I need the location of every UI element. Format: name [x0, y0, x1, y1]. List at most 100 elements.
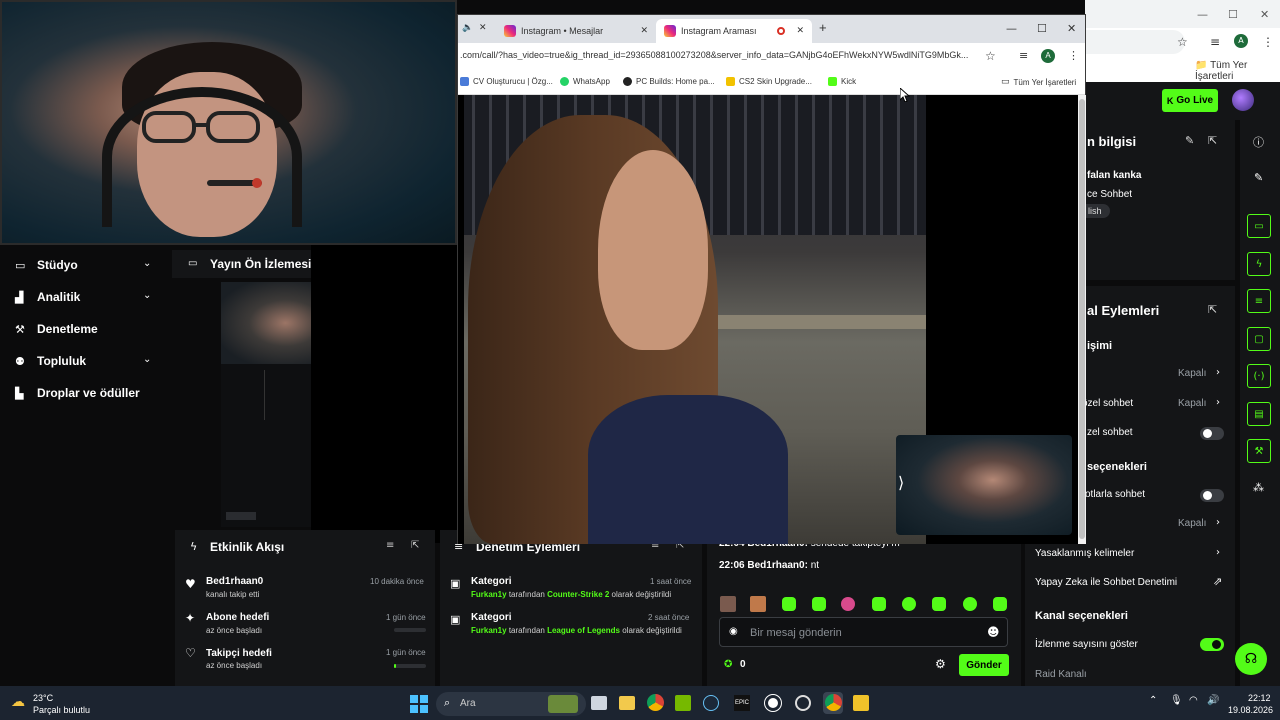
chevron-down-icon[interactable]: ⌄	[143, 354, 151, 365]
wrench-icon[interactable]: ⚒	[1247, 439, 1271, 463]
clock-time[interactable]: 22:12	[1248, 693, 1271, 703]
chrome-active-icon[interactable]	[825, 694, 842, 711]
emote-image[interactable]	[750, 596, 766, 612]
ai-moderation-item[interactable]: Yapay Zeka ile Sohbet Denetimi	[1035, 577, 1177, 588]
bookmark-item[interactable]: WhatsApp	[560, 77, 610, 86]
address-bar[interactable]	[1085, 30, 1185, 54]
media-icon[interactable]: ≡	[1019, 49, 1028, 62]
pencil-icon[interactable]: ✎	[1254, 171, 1263, 184]
show-views-toggle[interactable]	[1200, 638, 1224, 651]
file-explorer-icon[interactable]	[619, 696, 635, 710]
chevron-down-icon[interactable]: ⌄	[143, 290, 151, 301]
apps-icon[interactable]: ⁂	[1253, 481, 1264, 494]
profile-avatar[interactable]: A	[1234, 34, 1248, 48]
star-icon[interactable]: ☆	[985, 49, 996, 63]
weather-icon[interactable]: ☁	[11, 694, 25, 710]
external-link-icon[interactable]: ⇗	[1213, 575, 1222, 588]
list-icon[interactable]: ≡	[1247, 289, 1271, 313]
media-icon[interactable]: ▤	[1247, 402, 1271, 426]
popout-icon[interactable]: ⇱	[411, 540, 419, 551]
emote-kick-1[interactable]	[782, 597, 796, 611]
weather-temp[interactable]: 23°C	[33, 693, 53, 703]
media-icon[interactable]: ≡	[1210, 35, 1220, 49]
epic-games-icon[interactable]: EPIC	[734, 695, 750, 711]
filter-icon[interactable]: ≡	[386, 540, 394, 551]
menu-icon[interactable]: ⋮	[1262, 35, 1274, 49]
close-icon[interactable]: ✕	[1260, 8, 1269, 21]
weather-desc[interactable]: Parçalı bulutlu	[33, 705, 90, 715]
app-icon[interactable]	[795, 695, 811, 711]
emote-kick-3[interactable]	[841, 597, 855, 611]
close-window-icon[interactable]: ✕	[1067, 22, 1076, 35]
minimize-icon[interactable]: —	[1197, 8, 1208, 21]
bookmark-item[interactable]: Kick	[828, 77, 856, 86]
nav-moderation[interactable]: ⚒ Denetleme	[15, 322, 98, 336]
popout-icon[interactable]: ⇱	[1208, 303, 1217, 316]
popout-icon[interactable]: ⇱	[1208, 134, 1217, 147]
audio-icon[interactable]: 🔈	[462, 23, 473, 33]
lightning-icon[interactable]: ϟ	[1247, 252, 1271, 276]
nav-analytics[interactable]: ▟ Analitik	[15, 290, 80, 304]
chat-mode-icon[interactable]: ◉	[729, 626, 738, 637]
close-tab-icon[interactable]: ✕	[640, 26, 648, 36]
volume-icon[interactable]: 🔊	[1207, 695, 1219, 706]
chat-icon[interactable]: ▢	[1247, 327, 1271, 351]
support-button[interactable]: ☊	[1235, 643, 1267, 675]
close-icon[interactable]: ✕	[479, 23, 487, 33]
chevron-down-icon[interactable]: ⌄	[143, 258, 151, 269]
broadcast-icon[interactable]: (·)	[1247, 364, 1271, 388]
url-text[interactable]: .com/call/?has_video=true&ig_thread_id=2…	[460, 50, 970, 60]
profile-avatar[interactable]: A	[1041, 49, 1055, 63]
setting-toggle[interactable]	[1200, 427, 1224, 440]
chevron-right-icon[interactable]: ›	[1216, 397, 1220, 408]
url-bar[interactable]: .com/call/?has_video=true&ig_thread_id=2…	[458, 43, 1085, 69]
info-icon[interactable]: ⓘ	[1253, 134, 1264, 150]
microphone-icon[interactable]: 🎙	[1170, 695, 1183, 706]
self-view-pip[interactable]: ⟩	[896, 435, 1072, 535]
nav-studio[interactable]: ▭ Stüdyo	[15, 258, 78, 272]
chevron-right-icon[interactable]: ›	[1216, 517, 1220, 528]
new-tab-button[interactable]: +	[819, 20, 827, 35]
emote-kick-8[interactable]	[993, 597, 1007, 611]
bookmark-item[interactable]: PC Builds: Home pa...	[623, 77, 715, 86]
emote-kick-4[interactable]	[872, 597, 886, 611]
emote-kick-7[interactable]	[963, 597, 977, 611]
send-button[interactable]: Gönder	[959, 654, 1009, 676]
nav-community[interactable]: ⚉ Topluluk	[15, 354, 86, 368]
scrollbar[interactable]	[1078, 95, 1086, 544]
chevron-right-icon[interactable]: ›	[1216, 547, 1220, 558]
start-icon[interactable]	[410, 695, 428, 713]
emote-kick-5[interactable]	[902, 597, 916, 611]
setting-toggle[interactable]	[1200, 489, 1224, 502]
go-live-button[interactable]: K Go Live	[1162, 89, 1218, 112]
taskbar-search[interactable]: ⌕ Ara	[436, 692, 586, 716]
all-bookmarks[interactable]: ▭ Tüm Yer İşaretleri	[1001, 77, 1076, 87]
steam-icon[interactable]	[703, 695, 719, 711]
menu-icon[interactable]: ⋮	[1068, 49, 1079, 62]
bookmark-item[interactable]: CV Oluşturucu | Özg...	[460, 77, 553, 86]
chevron-up-icon[interactable]: ⌃	[1149, 695, 1157, 706]
emote-kick-6[interactable]	[932, 597, 946, 611]
emote-face[interactable]	[720, 596, 736, 612]
bookmark-item[interactable]: CS2 Skin Upgrade...	[726, 77, 812, 86]
collapse-pip-icon[interactable]: ⟩	[898, 473, 904, 493]
banned-words-item[interactable]: Yasaklanmış kelimeler	[1035, 548, 1134, 559]
emoji-icon[interactable]: ☻	[987, 625, 1000, 639]
obs-icon[interactable]	[764, 694, 782, 712]
minimize-icon[interactable]: —	[1006, 22, 1017, 35]
app-icon[interactable]	[853, 695, 869, 711]
user-avatar[interactable]	[1232, 89, 1254, 111]
layout-icon[interactable]: ▭	[1247, 214, 1271, 238]
maximize-icon[interactable]: ☐	[1037, 22, 1047, 35]
maximize-icon[interactable]: ☐	[1228, 8, 1238, 21]
chevron-right-icon[interactable]: ›	[1216, 367, 1220, 378]
wifi-icon[interactable]: ◠	[1189, 695, 1198, 706]
close-tab-icon[interactable]: ✕	[796, 26, 804, 36]
star-icon[interactable]: ☆	[1177, 35, 1188, 49]
tab-instagram-messages[interactable]: Instagram • Mesajlar ✕	[496, 19, 656, 43]
clock-date[interactable]: 19.08.2026	[1228, 705, 1273, 715]
edit-icon[interactable]: ✎	[1185, 134, 1194, 147]
chrome-icon[interactable]	[647, 694, 664, 711]
task-view-icon[interactable]	[591, 696, 607, 710]
tab-instagram-call[interactable]: Instagram Araması ✕	[656, 19, 812, 43]
